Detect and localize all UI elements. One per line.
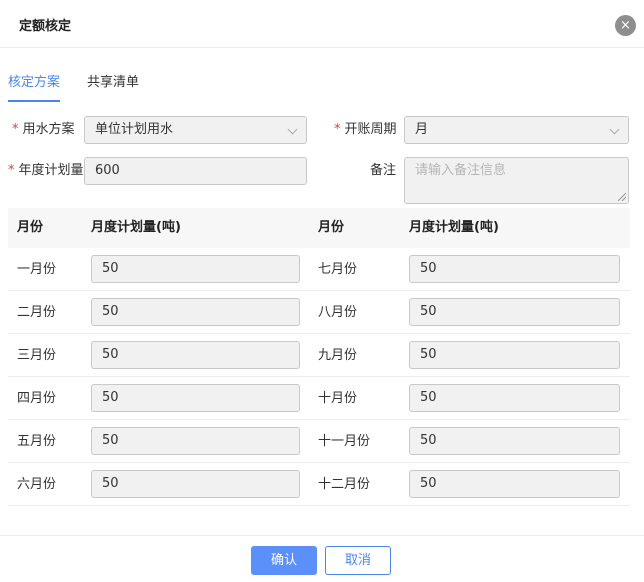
table-row: 六月份 50 十二月份 50 xyxy=(8,463,630,506)
header-amount-right: 月度计划量(吨) xyxy=(409,220,499,235)
month-label: 九月份 xyxy=(318,348,358,363)
month-label: 四月份 xyxy=(17,391,57,406)
month-label: 七月份 xyxy=(318,262,358,277)
resize-grip-icon[interactable] xyxy=(618,193,626,201)
table-row: 一月份 50 七月份 50 xyxy=(8,248,630,291)
chevron-down-icon xyxy=(609,124,620,135)
month-amount-input[interactable]: 50 xyxy=(409,427,620,455)
required-mark: * xyxy=(8,163,15,178)
month-label: 八月份 xyxy=(318,305,358,320)
month-amount-input[interactable]: 50 xyxy=(91,255,300,283)
month-label: 五月份 xyxy=(17,434,57,449)
header-month-left: 月份 xyxy=(17,220,44,235)
month-label: 六月份 xyxy=(17,477,57,492)
dialog-header: 定额核定 × xyxy=(0,0,644,48)
month-amount-input[interactable]: 50 xyxy=(91,298,300,326)
header-month-right: 月份 xyxy=(318,220,345,235)
dialog-title: 定额核定 xyxy=(19,19,72,34)
month-amount-input[interactable]: 50 xyxy=(91,384,300,412)
billing-cycle-select[interactable]: 月 xyxy=(404,116,629,144)
month-label: 三月份 xyxy=(17,348,57,363)
water-plan-label-text: 用水方案 xyxy=(22,122,75,137)
required-mark: * xyxy=(12,122,19,137)
month-amount-input[interactable]: 50 xyxy=(409,298,620,326)
month-label: 一月份 xyxy=(17,262,57,277)
water-plan-value: 单位计划用水 xyxy=(95,122,174,137)
cancel-button[interactable]: 取消 xyxy=(325,546,391,575)
required-mark: * xyxy=(334,122,341,137)
remarks-label: 备注 xyxy=(370,163,397,178)
header-amount-left: 月度计划量(吨) xyxy=(91,220,181,235)
table-row: 五月份 50 十一月份 50 xyxy=(8,420,630,463)
table-row: 三月份 50 九月份 50 xyxy=(8,334,630,377)
tab-approval-plan[interactable]: 核定方案 xyxy=(8,70,61,102)
month-label: 二月份 xyxy=(17,305,57,320)
table-header: 月份 月度计划量(吨) 月份 月度计划量(吨) xyxy=(8,208,630,248)
month-label: 十二月份 xyxy=(318,477,371,492)
chevron-down-icon xyxy=(287,124,298,135)
annual-plan-label: * 年度计划量 xyxy=(8,157,84,185)
month-amount-input[interactable]: 50 xyxy=(91,470,300,498)
water-plan-select[interactable]: 单位计划用水 xyxy=(84,116,307,144)
water-plan-label: * 用水方案 xyxy=(12,116,75,144)
annual-plan-input[interactable]: 600 xyxy=(84,157,307,185)
billing-cycle-label-text: 开账周期 xyxy=(344,122,397,137)
month-amount-input[interactable]: 50 xyxy=(91,427,300,455)
close-icon[interactable]: × xyxy=(615,15,636,36)
month-amount-input[interactable]: 50 xyxy=(91,341,300,369)
month-amount-input[interactable]: 50 xyxy=(409,384,620,412)
month-label: 十一月份 xyxy=(318,434,371,449)
dialog-footer: 确认 取消 xyxy=(0,535,644,582)
table-row: 二月份 50 八月份 50 xyxy=(8,291,630,334)
billing-cycle-value: 月 xyxy=(415,122,429,137)
remarks-textarea[interactable]: 请输入备注信息 xyxy=(404,157,629,204)
confirm-button[interactable]: 确认 xyxy=(251,546,317,575)
month-amount-input[interactable]: 50 xyxy=(409,470,620,498)
tab-shared-list[interactable]: 共享清单 xyxy=(87,70,139,96)
annual-plan-label-text: 年度计划量 xyxy=(18,163,84,178)
billing-cycle-label: * 开账周期 xyxy=(334,116,397,144)
remarks-placeholder: 请输入备注信息 xyxy=(415,163,507,178)
month-amount-input[interactable]: 50 xyxy=(409,341,620,369)
month-label: 十月份 xyxy=(318,391,358,406)
table-row: 四月份 50 十月份 50 xyxy=(8,377,630,420)
month-amount-input[interactable]: 50 xyxy=(409,255,620,283)
